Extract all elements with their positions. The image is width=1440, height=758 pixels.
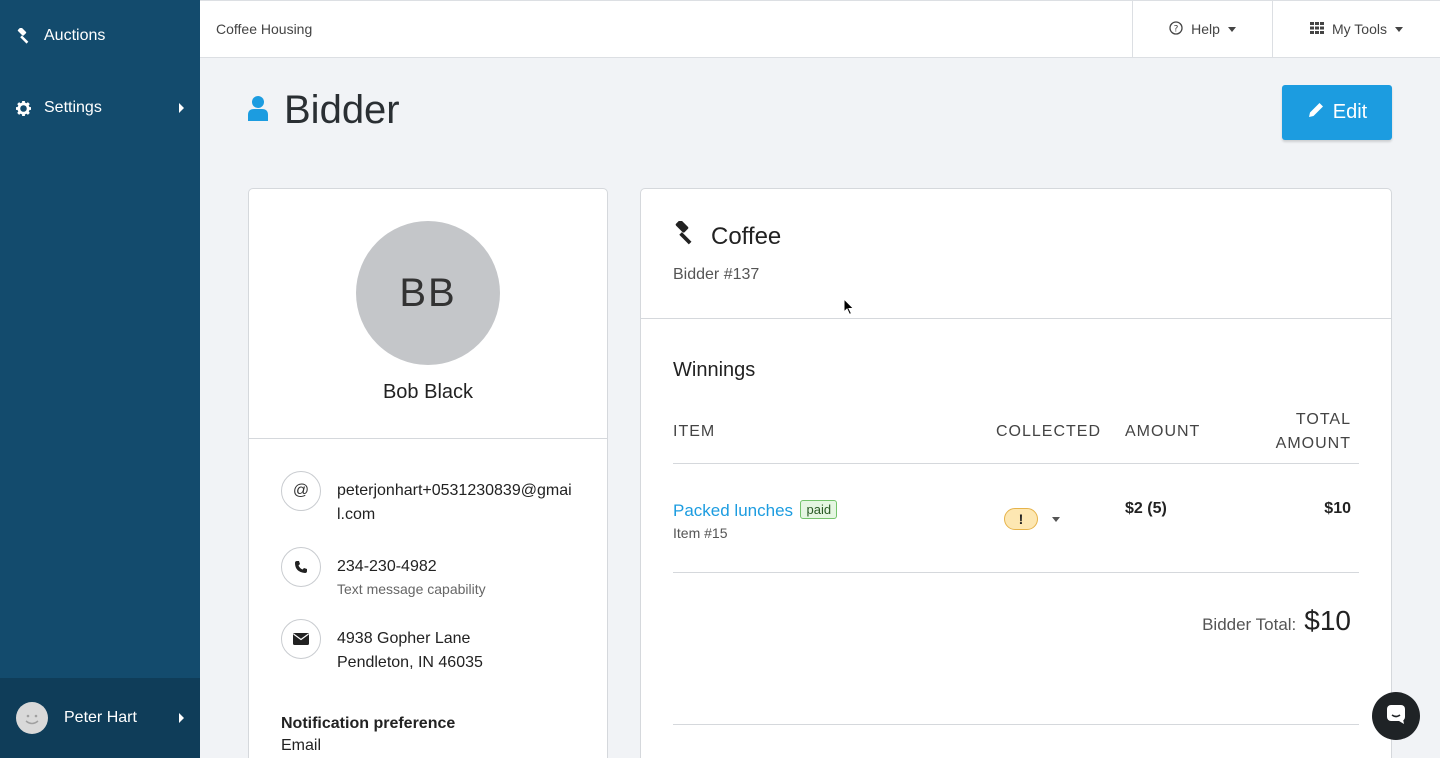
sidebar-item-settings[interactable]: Settings xyxy=(0,72,200,144)
item-link[interactable]: Packed lunches xyxy=(673,501,793,520)
my-tools-label: My Tools xyxy=(1332,21,1387,37)
winnings-title: Winnings xyxy=(673,359,756,381)
page-header: Bidder xyxy=(248,88,400,133)
email-row: @ peterjonhart+0531230839@gmail.com xyxy=(281,471,575,527)
column-header-total-amount: TOTAL AMOUNT xyxy=(1275,410,1351,452)
gavel-icon xyxy=(16,28,44,44)
item-total: $10 xyxy=(1324,500,1351,517)
question-icon: ? xyxy=(1169,20,1183,38)
phone-row: 234-230-4982 Text message capability xyxy=(281,547,575,599)
status-badge: paid xyxy=(800,500,838,519)
organization-name: Coffee Housing xyxy=(216,21,313,37)
auction-name: Coffee xyxy=(711,222,782,250)
divider xyxy=(673,724,1359,725)
gavel-icon xyxy=(673,219,697,252)
bidder-name: Bob Black xyxy=(382,381,474,403)
sidebar-item-auctions[interactable]: Auctions xyxy=(0,0,200,72)
collected-status-dropdown[interactable]: ! xyxy=(996,498,1125,530)
sidebar: Auctions Settings Peter Hart xyxy=(0,0,200,758)
phone-note: Text message capability xyxy=(337,581,486,597)
winnings-table-header: ITEM COLLECTED AMOUNT TOTAL AMOUNT xyxy=(673,400,1359,464)
envelope-icon xyxy=(281,619,321,659)
help-menu-button[interactable]: ? Help xyxy=(1132,0,1272,58)
bidder-email: peterjonhart+0531230839@gmail.com xyxy=(337,482,572,523)
chevron-right-icon xyxy=(179,103,184,113)
gear-icon xyxy=(16,100,44,116)
chat-icon xyxy=(1385,703,1407,730)
address-line-1: 4938 Gopher Lane xyxy=(337,630,471,647)
notification-preference-value: Email xyxy=(281,737,322,754)
avatar xyxy=(16,702,48,734)
page-title: Bidder xyxy=(284,88,400,132)
svg-text:?: ? xyxy=(1174,24,1179,34)
user-icon xyxy=(248,95,268,126)
auction-header: Coffee Bidder #137 xyxy=(641,189,1391,319)
chevron-down-icon xyxy=(1394,26,1403,32)
sidebar-item-label: Auctions xyxy=(44,27,106,44)
top-bar: Coffee Housing ? Help My Tools xyxy=(200,0,1440,58)
warning-icon[interactable]: ! xyxy=(1004,508,1038,530)
chat-launcher-button[interactable] xyxy=(1372,692,1420,740)
bidder-phone: 234-230-4982 xyxy=(337,558,437,575)
pencil-icon xyxy=(1307,101,1325,125)
column-header-item: ITEM xyxy=(673,422,716,440)
notification-preference-label: Notification preference xyxy=(281,715,456,732)
sidebar-item-label: Settings xyxy=(44,99,102,116)
bidder-total-value: $10 xyxy=(1304,605,1351,636)
mouse-cursor-icon xyxy=(843,297,855,321)
bidder-avatar: BB xyxy=(356,221,500,365)
column-header-collected: COLLECTED xyxy=(996,422,1102,440)
phone-icon xyxy=(281,547,321,587)
chevron-down-icon[interactable] xyxy=(1052,516,1060,522)
address-line-2: Pendleton, IN 46035 xyxy=(337,654,483,671)
grid-icon xyxy=(1310,21,1324,37)
column-header-amount: AMOUNT xyxy=(1125,422,1201,440)
profile-summary: BB Bob Black xyxy=(249,189,607,439)
contact-details: @ peterjonhart+0531230839@gmail.com 234-… xyxy=(249,439,607,755)
edit-button[interactable]: Edit xyxy=(1282,85,1392,140)
address-row: 4938 Gopher Lane Pendleton, IN 46035 xyxy=(281,619,575,675)
item-number: Item #15 xyxy=(673,525,728,541)
auction-card: Coffee Bidder #137 Winnings ITEM COLLECT… xyxy=(640,188,1392,758)
at-icon: @ xyxy=(281,471,321,511)
bidder-number: Bidder #137 xyxy=(673,266,760,283)
table-row: Packed lunches paid Item #15 ! $2 (5) $1… xyxy=(673,464,1359,573)
bidder-profile-card: BB Bob Black @ peterjonhart+0531230839@g… xyxy=(248,188,608,758)
help-label: Help xyxy=(1191,21,1220,37)
chevron-down-icon xyxy=(1227,26,1236,32)
bidder-total-label: Bidder Total: xyxy=(1202,615,1297,634)
my-tools-menu-button[interactable]: My Tools xyxy=(1272,0,1440,58)
edit-label: Edit xyxy=(1332,101,1368,123)
bidder-total: Bidder Total: $10 xyxy=(673,573,1359,637)
item-amount: $2 (5) xyxy=(1125,500,1167,517)
user-name: Peter Hart xyxy=(64,709,137,726)
sidebar-user-menu[interactable]: Peter Hart xyxy=(0,678,200,758)
chevron-right-icon xyxy=(179,713,184,723)
winnings-section: Winnings ITEM COLLECTED AMOUNT TOTAL AMO… xyxy=(641,319,1391,637)
